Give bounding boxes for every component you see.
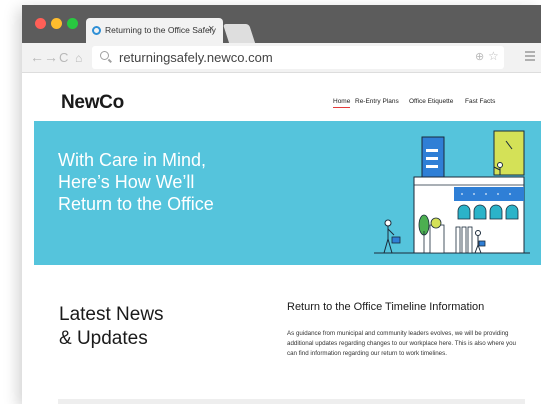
close-window-button[interactable]	[35, 18, 46, 29]
search-icon	[100, 51, 109, 60]
site-header: NewCo Home Re-Entry Plans Office Etiquet…	[22, 73, 541, 121]
hero-headline: With Care in Mind, Here’s How We’ll Retu…	[58, 149, 278, 215]
news-heading-line: Latest News	[59, 304, 164, 325]
content-card-edge	[58, 399, 525, 404]
nav-link-fast-facts[interactable]: Fast Facts	[465, 98, 495, 105]
office-building-illustration	[374, 130, 530, 254]
home-icon[interactable]: ⌂	[75, 50, 82, 66]
tab-close-icon[interactable]: ×	[208, 23, 214, 35]
tab-strip: Returning to the Office Safely ×	[22, 5, 541, 43]
nav-link-office-etiquette[interactable]: Office Etiquette	[409, 98, 453, 105]
favicon-icon	[92, 26, 101, 35]
minimize-window-button[interactable]	[51, 18, 62, 29]
hero-banner: With Care in Mind, Here’s How We’ll Retu…	[34, 121, 541, 265]
back-arrow-icon[interactable]: ←	[30, 49, 44, 65]
address-bar: ← → C ⌂ returningsafely.newco.com ⊕ ☆	[22, 43, 541, 73]
forward-arrow-icon[interactable]: →	[44, 49, 58, 65]
news-heading: Latest News & Updates	[59, 303, 259, 351]
zoom-icon[interactable]: ⊕	[475, 50, 484, 63]
news-section: Latest News & Updates Return to the Offi…	[22, 265, 541, 404]
browser-window: Returning to the Office Safely × ← → C ⌂…	[22, 5, 541, 404]
url-text[interactable]: returningsafely.newco.com	[119, 50, 273, 65]
timeline-heading: Return to the Office Timeline Informatio…	[287, 301, 485, 313]
star-icon[interactable]: ☆	[488, 49, 499, 63]
tab-title: Returning to the Office Safely	[105, 25, 216, 35]
nav-link-home[interactable]: Home	[333, 98, 351, 108]
site-logo[interactable]: NewCo	[61, 92, 124, 114]
hero-headline-line: With Care in Mind,	[58, 150, 207, 170]
nav-link-re-entry-plans[interactable]: Re-Entry Plans	[355, 98, 399, 105]
maximize-window-button[interactable]	[67, 18, 78, 29]
timeline-paragraph: As guidance from municipal and community…	[287, 330, 516, 357]
reload-icon[interactable]: C	[59, 50, 68, 66]
url-input[interactable]: returningsafely.newco.com ⊕ ☆	[92, 46, 504, 69]
browser-tab[interactable]: Returning to the Office Safely ×	[86, 18, 223, 43]
hamburger-menu-icon[interactable]	[525, 51, 535, 62]
news-heading-line: & Updates	[59, 328, 148, 349]
new-tab-button[interactable]	[222, 24, 256, 43]
hero-headline-line: Here’s How We’ll	[58, 172, 195, 192]
hero-headline-line: Return to the Office	[58, 194, 214, 214]
